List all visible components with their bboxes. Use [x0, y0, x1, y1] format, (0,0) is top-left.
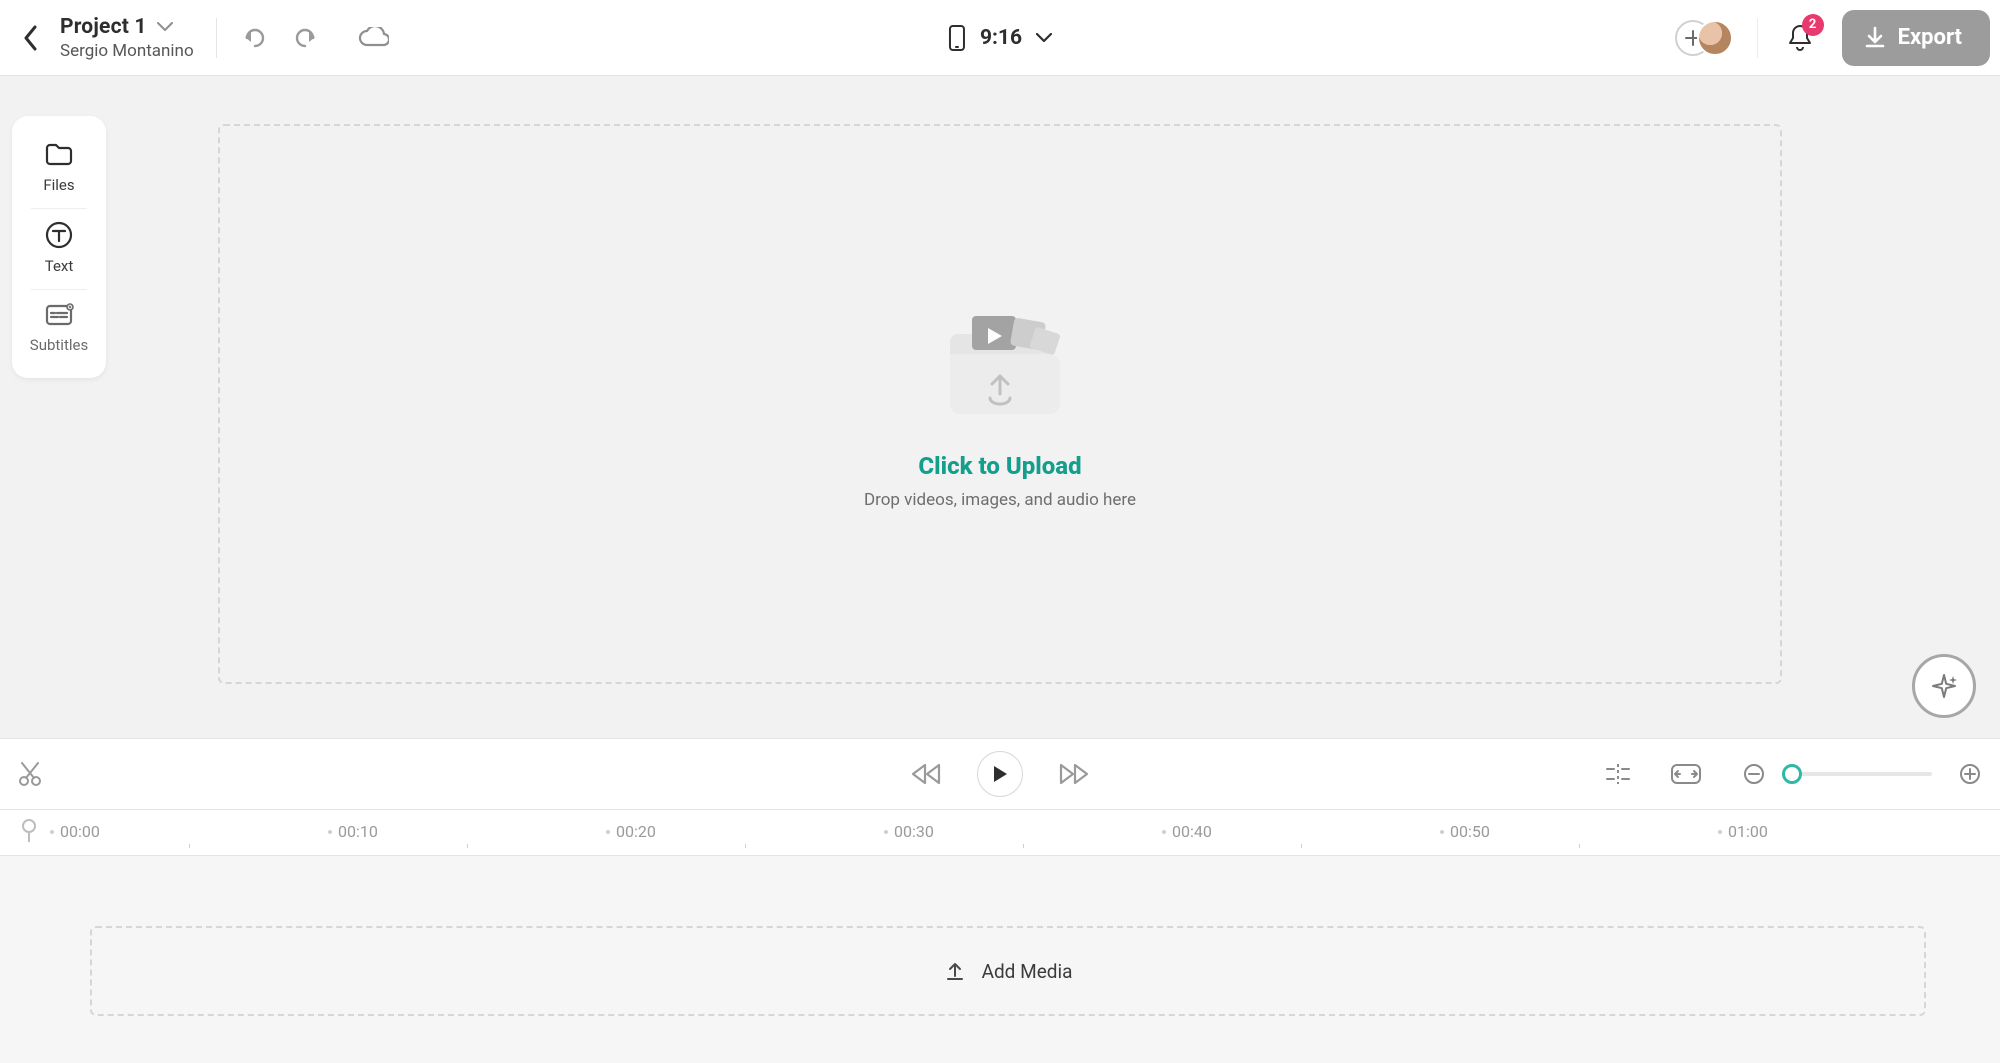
zoom-out-button[interactable]: [1734, 754, 1774, 794]
aspect-ratio-label: 9:16: [980, 26, 1022, 50]
folder-icon: [44, 142, 74, 168]
rail-item-subtitles[interactable]: Subtitles: [12, 290, 106, 368]
add-media-button[interactable]: Add Media: [90, 926, 1926, 1016]
project-owner: Sergio Montanino: [60, 41, 194, 61]
rail-label: Subtitles: [30, 336, 88, 354]
play-icon: [991, 764, 1009, 784]
avatar[interactable]: [1697, 20, 1733, 56]
project-block: Project 1 Sergio Montanino: [60, 15, 194, 61]
ruler-tick: 00:20: [606, 822, 656, 841]
upload-illustration: [920, 298, 1080, 428]
notifications-badge: 2: [1802, 14, 1824, 36]
add-media-label: Add Media: [982, 960, 1073, 983]
plus-circle-icon: [1959, 763, 1981, 785]
timeline-ruler[interactable]: 00:00 00:10 00:20 00:30 00:40 00:50 01:00: [0, 810, 2000, 856]
ruler-tick: 00:40: [1162, 822, 1212, 841]
fit-button[interactable]: [1666, 754, 1706, 794]
rewind-button[interactable]: [909, 762, 943, 786]
ruler-tick: 00:10: [328, 822, 378, 841]
fast-forward-icon: [1057, 762, 1091, 786]
back-button[interactable]: [6, 13, 56, 63]
text-icon: [45, 221, 73, 249]
cut-button[interactable]: [10, 754, 50, 794]
ai-magic-button[interactable]: [1912, 654, 1976, 718]
ruler-tick: 00:30: [884, 822, 934, 841]
left-toolbar: Files Text Subtitles: [12, 116, 106, 378]
divider: [1757, 18, 1758, 58]
divider: [216, 18, 217, 58]
ruler-tick: 00:00: [50, 822, 100, 841]
phone-icon: [948, 24, 966, 52]
aspect-ratio-selector[interactable]: 9:16: [948, 24, 1052, 52]
play-button[interactable]: [977, 751, 1023, 797]
split-button[interactable]: [1598, 754, 1638, 794]
scissors-icon: [18, 761, 42, 787]
fast-forward-button[interactable]: [1057, 762, 1091, 786]
export-button[interactable]: Export: [1842, 10, 1990, 66]
chevron-down-icon[interactable]: [157, 22, 173, 32]
cloud-sync-button[interactable]: [353, 18, 393, 58]
project-name[interactable]: Project 1: [60, 15, 147, 39]
upload-subtitle: Drop videos, images, and audio here: [864, 490, 1136, 510]
rail-label: Files: [43, 176, 74, 194]
upload-title: Click to Upload: [918, 452, 1081, 480]
rewind-icon: [909, 762, 943, 786]
header-right-group: 2 Export: [1675, 10, 1990, 66]
split-icon: [1604, 761, 1632, 787]
export-label: Export: [1898, 25, 1962, 50]
app-header: Project 1 Sergio Montanino 9:16: [0, 0, 2000, 76]
fit-icon: [1670, 763, 1702, 785]
notifications-button[interactable]: 2: [1780, 18, 1820, 58]
undo-button[interactable]: [235, 18, 275, 58]
collaborators[interactable]: [1675, 18, 1735, 58]
rail-item-text[interactable]: Text: [12, 209, 106, 289]
minus-circle-icon: [1743, 763, 1765, 785]
redo-button[interactable]: [285, 18, 325, 58]
upload-dropzone[interactable]: Click to Upload Drop videos, images, and…: [218, 124, 1782, 684]
rail-item-files[interactable]: Files: [12, 130, 106, 208]
subtitles-icon: [44, 302, 74, 328]
rail-label: Text: [45, 257, 74, 275]
playhead-pin-icon[interactable]: [14, 816, 44, 846]
upload-icon: [944, 960, 966, 982]
app-body: Files Text Subtitles: [0, 76, 2000, 1063]
upload-inner: Click to Upload Drop videos, images, and…: [864, 298, 1136, 510]
timeline-area: Add Media: [0, 856, 2000, 1063]
download-icon: [1864, 26, 1886, 50]
zoom-slider[interactable]: [1792, 772, 1932, 776]
zoom-in-button[interactable]: [1950, 754, 1990, 794]
sparkle-icon: [1930, 672, 1958, 700]
ruler-tick: 00:50: [1440, 822, 1490, 841]
chevron-down-icon: [1036, 33, 1052, 43]
ruler-tick: 01:00: [1718, 822, 1768, 841]
zoom-slider-knob[interactable]: [1782, 764, 1802, 784]
player-bar: [0, 738, 2000, 810]
